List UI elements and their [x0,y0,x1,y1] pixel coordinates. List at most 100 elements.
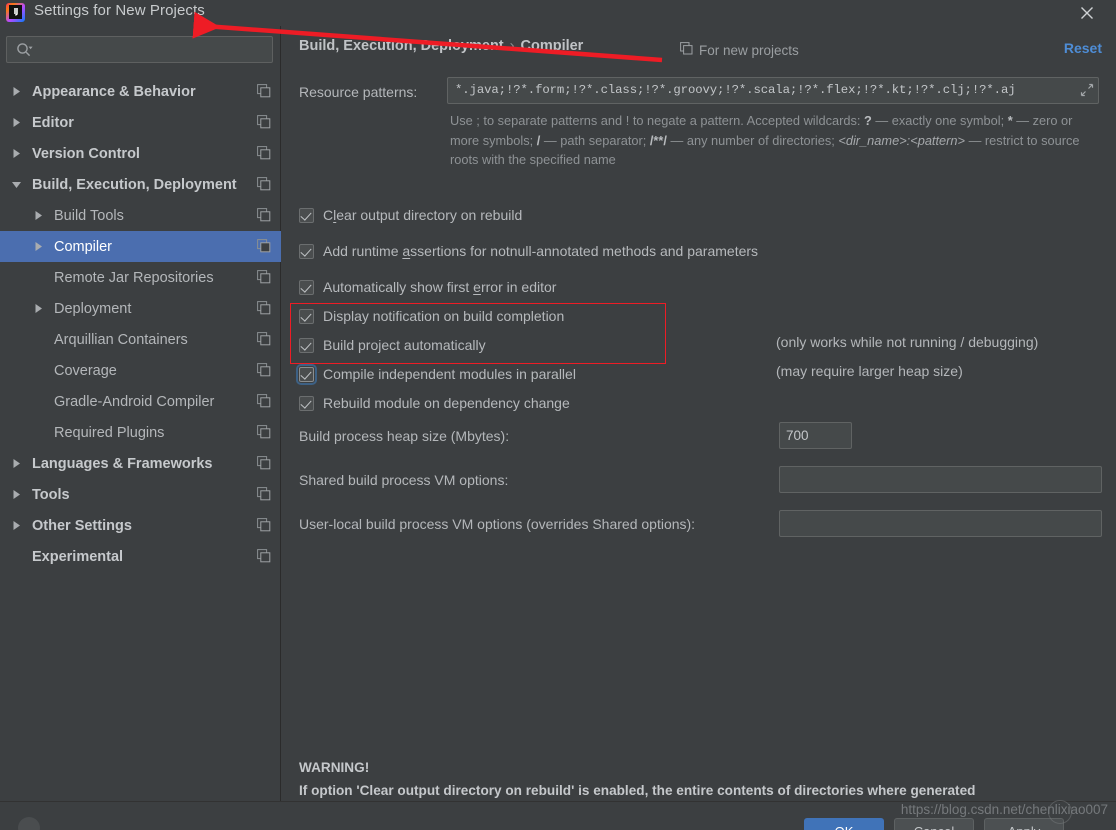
search-icon [16,42,33,58]
copy-settings-icon[interactable] [257,487,271,501]
chevron-right-icon[interactable] [10,147,23,160]
checkbox-display-notification-on-build-completion[interactable]: Display notification on build completion [299,305,564,327]
scope-badge: For new projects [680,42,799,58]
copy-settings-icon[interactable] [257,456,271,470]
intellij-idea-logo [6,3,25,22]
settings-dialog: Settings for New Projects Appearance & B… [0,0,1116,830]
checkbox-indicator[interactable] [299,337,314,353]
sidebar-item-tools[interactable]: Tools [0,479,281,510]
copy-settings-icon[interactable] [257,425,271,439]
chevron-right-icon[interactable] [32,240,45,253]
sidebar-item-deployment[interactable]: Deployment [0,293,281,324]
copy-settings-icon[interactable] [257,332,271,346]
sidebar-item-label: Compiler [54,238,113,255]
sidebar-item-label: Experimental [32,548,124,565]
input-shared-build-process-vm-options[interactable] [779,466,1102,493]
copy-settings-icon[interactable] [257,394,271,408]
copy-settings-icon[interactable] [257,518,271,532]
resource-patterns-help: Use ; to separate patterns and ! to nega… [450,111,1098,170]
checkbox-add-runtime-assertions-for-notnull-annotat[interactable]: Add runtime assertions for notnull-annot… [299,240,758,262]
checkbox-indicator[interactable] [299,243,314,259]
sidebar-item-gradle-android-compiler[interactable]: Gradle-Android Compiler [0,386,281,417]
ok-button[interactable]: OK [804,818,884,830]
checkbox-label-mnemonic: e [473,279,481,295]
copy-settings-icon[interactable] [257,115,271,129]
cancel-button[interactable]: Cancel [894,818,974,830]
watermark-url: https://blog.csdn.net/chenlixiao007 [900,802,1108,817]
checkbox-label-post: ear output directory on rebuild [336,207,523,223]
input-build-process-heap-size-mbytes[interactable] [779,422,852,449]
chevron-right-icon[interactable] [10,85,23,98]
sidebar-item-coverage[interactable]: Coverage [0,355,281,386]
chevron-down-icon[interactable] [10,178,23,191]
warning-line-1: If option 'Clear output directory on reb… [299,782,976,798]
settings-sidebar: Appearance & Behavior Editor Version Contr… [0,26,281,801]
checkbox-automatically-show-first-error-in-editor[interactable]: Automatically show first error in editor [299,276,556,298]
sidebar-item-arquillian-containers[interactable]: Arquillian Containers [0,324,281,355]
chevron-right-icon[interactable] [32,302,45,315]
copy-settings-icon[interactable] [257,549,271,563]
sidebar-item-languages-frameworks[interactable]: Languages & Frameworks [0,448,281,479]
reset-link[interactable]: Reset [1064,40,1102,56]
chevron-right-icon[interactable] [10,457,23,470]
sidebar-item-label: Deployment [54,300,132,317]
resource-patterns-input[interactable]: *.java;!?*.form;!?*.class;!?*.groovy;!?*… [447,77,1099,104]
sidebar-item-label: Languages & Frameworks [32,455,213,472]
sidebar-item-label: Editor [32,114,74,131]
checkbox-label: Rebuild module on dependency change [323,395,570,411]
search-input[interactable] [37,37,269,62]
sidebar-item-other-settings[interactable]: Other Settings [0,510,281,541]
expand-icon[interactable] [1080,83,1094,97]
sidebar-item-remote-jar-repositories[interactable]: Remote Jar Repositories [0,262,281,293]
sidebar-item-label: Version Control [32,145,140,162]
copy-settings-icon[interactable] [257,363,271,377]
copy-settings-icon[interactable] [257,146,271,160]
sidebar-item-appearance-behavior[interactable]: Appearance & Behavior [0,76,281,107]
checkbox-label-pre: Build project automatically [323,337,486,353]
checkbox-build-project-automatically[interactable]: Build project automatically [299,334,486,356]
sidebar-item-label: Coverage [54,362,117,379]
chevron-right-icon[interactable] [10,116,23,129]
copy-settings-icon[interactable] [257,301,271,315]
sidebar-item-label: Required Plugins [54,424,165,441]
copy-settings-icon[interactable] [257,208,271,222]
breadcrumb-root[interactable]: Build, Execution, Deployment [299,38,504,54]
checkbox-indicator[interactable] [299,395,314,411]
sidebar-item-build-tools[interactable]: Build Tools [0,200,281,231]
checkbox-indicator[interactable] [299,207,314,223]
checkbox-indicator[interactable] [296,363,317,385]
checkbox-label: Automatically show first error in editor [323,279,556,295]
settings-main-panel: Build, Execution, Deployment › Compiler Fo… [282,26,1116,801]
breadcrumb-separator: › [509,38,515,54]
sidebar-item-label: Tools [32,486,70,503]
checkbox-indicator[interactable] [299,279,314,295]
sidebar-item-version-control[interactable]: Version Control [0,138,281,169]
chevron-right-icon[interactable] [32,209,45,222]
input-user-local-build-process-vm-options-overri[interactable] [779,510,1102,537]
search-field[interactable] [6,36,273,63]
checkbox-compile-independent-modules-in-parallel[interactable]: Compile independent modules in parallel [296,363,576,385]
sidebar-item-compiler[interactable]: Compiler [0,231,281,262]
resource-patterns-label: Resource patterns: [299,84,418,100]
chevron-right-icon[interactable] [10,488,23,501]
checkbox-label-post: ssertions for notnull-annotated methods … [410,243,759,259]
copy-settings-icon[interactable] [257,239,271,253]
help-icon[interactable] [18,817,40,830]
copy-settings-icon[interactable] [257,177,271,191]
checkbox-label-pre: Automatically show first [323,279,474,295]
copy-settings-icon[interactable] [257,84,271,98]
close-icon[interactable] [1066,0,1108,26]
sidebar-item-experimental[interactable]: Experimental [0,541,281,572]
sidebar-item-editor[interactable]: Editor [0,107,281,138]
warning-message: WARNING! If option 'Clear output directo… [299,757,1099,801]
checkbox-clear-output-directory-on-rebuild[interactable]: Clear output directory on rebuild [299,204,522,226]
checkbox-indicator[interactable] [299,308,314,324]
sidebar-item-build-execution-deployment[interactable]: Build, Execution, Deployment [0,169,281,200]
chevron-right-icon[interactable] [10,519,23,532]
checkbox-label-pre: C [323,207,334,223]
copy-settings-icon[interactable] [257,270,271,284]
sidebar-item-label: Other Settings [32,517,132,534]
side-note: (may require larger heap size) [776,363,963,379]
sidebar-item-required-plugins[interactable]: Required Plugins [0,417,281,448]
checkbox-rebuild-module-on-dependency-change[interactable]: Rebuild module on dependency change [299,392,570,414]
